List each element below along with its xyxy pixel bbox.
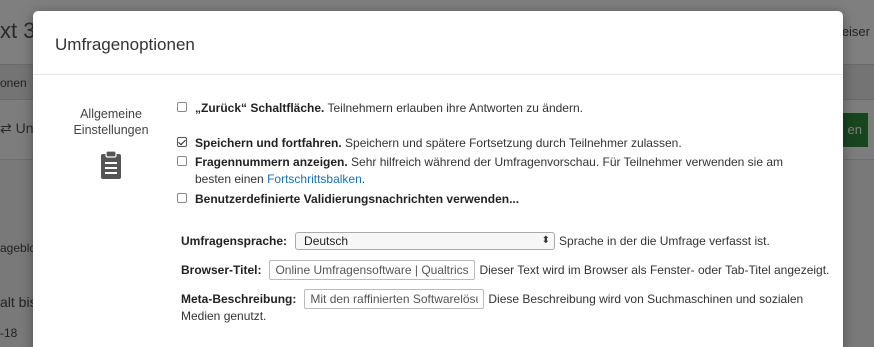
- option-bold: Benutzerdefinierte Validierungsnachricht…: [195, 192, 520, 206]
- browser-title-input[interactable]: [269, 260, 476, 280]
- browser-title-hint: Dieser Text wird im Browser als Fenster-…: [479, 263, 830, 277]
- meta-hint-continued-row: Medien genutzt.: [181, 309, 266, 323]
- language-label: Umfragensprache:: [181, 234, 288, 248]
- meta-description-input[interactable]: [304, 289, 485, 309]
- custom-validation-checkbox[interactable]: [177, 193, 187, 203]
- meta-label: Meta-Beschreibung:: [181, 292, 297, 306]
- section-general-settings: Allgemeine Einstellungen: [63, 106, 159, 180]
- language-value: Deutsch: [304, 234, 349, 248]
- dialog-header: Umfragenoptionen: [33, 11, 843, 75]
- survey-options-dialog: Umfragenoptionen Allgemeine Einstellunge…: [33, 11, 843, 347]
- option-bold: Speichern und fortfahren.: [195, 136, 342, 150]
- meta-hint: Diese Beschreibung wird von Suchmaschine…: [488, 292, 804, 306]
- meta-row: Meta-Beschreibung: Diese Beschreibung wi…: [181, 289, 803, 309]
- option-desc-end: .: [361, 172, 366, 186]
- dialog-title: Umfragenoptionen: [55, 35, 195, 54]
- browser-title-label: Browser-Titel:: [181, 263, 262, 277]
- language-row: Umfragensprache: Deutsch ⬍ Sprache in de…: [181, 232, 770, 250]
- progress-bar-link[interactable]: Fortschrittsbalken: [267, 172, 362, 186]
- option-bold: Fragennummern anzeigen.: [195, 155, 348, 169]
- language-hint: Sprache in der die Umfrage verfasst ist.: [559, 234, 770, 248]
- browser-title-row: Browser-Titel: Dieser Text wird im Brows…: [181, 260, 829, 280]
- meta-hint-continued: Medien genutzt.: [181, 309, 267, 323]
- option-bold: „Zurück“ Schaltfläche.: [195, 101, 325, 115]
- section-label: Allgemeine Einstellungen: [73, 107, 149, 137]
- question-numbers-checkbox[interactable]: [177, 156, 187, 166]
- option-back-button[interactable]: „Zurück“ Schaltfläche. Teilnehmern erlau…: [177, 100, 817, 117]
- option-custom-validation[interactable]: Benutzerdefinierte Validierungsnachricht…: [177, 191, 817, 208]
- save-continue-checkbox[interactable]: [177, 137, 187, 147]
- option-desc: Teilnehmern erlauben ihre Antworten zu ä…: [324, 101, 583, 115]
- option-save-continue[interactable]: Speichern und fortfahren. Speichern und …: [177, 135, 817, 152]
- language-select[interactable]: Deutsch ⬍: [295, 232, 556, 250]
- chevron-updown-icon: ⬍: [541, 235, 551, 246]
- back-button-checkbox[interactable]: [177, 102, 187, 112]
- clipboard-icon: [101, 150, 121, 179]
- option-question-numbers[interactable]: Fragennummern anzeigen. Sehr hilfreich w…: [177, 154, 817, 188]
- option-desc: Speichern und spätere Fortsetzung durch …: [341, 136, 682, 150]
